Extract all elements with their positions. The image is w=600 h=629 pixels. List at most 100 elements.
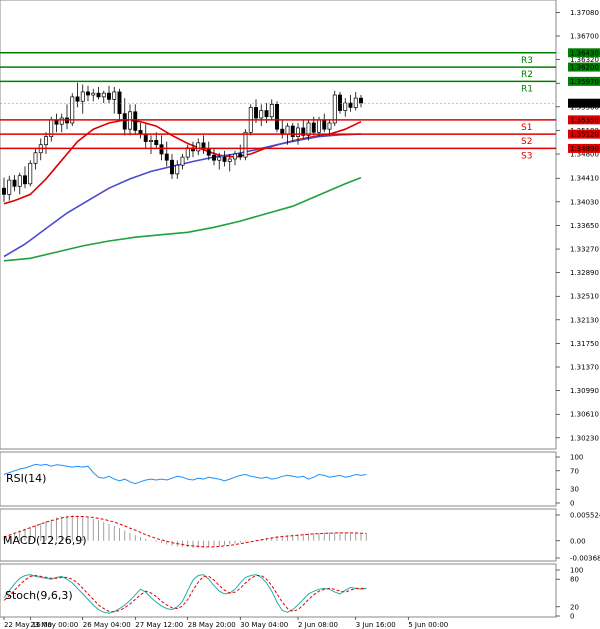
candle-body <box>317 119 321 133</box>
price-tick-label: 1.30230 <box>570 434 599 442</box>
candle-body <box>290 125 295 137</box>
candle-body <box>23 175 27 185</box>
price-tick-label: 1.34030 <box>570 198 599 206</box>
candle-body <box>33 152 38 164</box>
indicator-tick-label: 0 <box>570 500 574 508</box>
candle-body <box>285 125 290 135</box>
time-tick-label: 26 May 04:00 <box>83 621 131 629</box>
indicator-tick-label: -0.003685 <box>570 555 600 563</box>
price-tick-label: 1.30990 <box>570 387 599 395</box>
price-panel: 1.370801.367001.363201.359401.355601.351… <box>0 0 600 450</box>
price-tick-label: 1.37080 <box>570 9 599 17</box>
rsi-panel: RSI(14) 100 70 30 0 <box>0 451 583 508</box>
candle-body <box>180 156 185 166</box>
indicator-tick-label: 80 <box>570 576 579 584</box>
pivot-level-name: S1 <box>521 123 532 133</box>
stoch-title: Stoch(9,6,3) <box>5 589 73 602</box>
candle-body <box>238 153 243 158</box>
indicator-tick-label: 70 <box>570 467 579 475</box>
candle-body <box>222 156 227 162</box>
candle-body <box>164 153 169 161</box>
price-tick-label: 1.32890 <box>570 269 599 277</box>
price-tick-label: 1.31370 <box>570 364 599 372</box>
candle-body <box>269 103 274 118</box>
candle-body <box>327 122 332 130</box>
rsi-panel-frame <box>0 451 557 507</box>
price-tick-label: 1.33270 <box>570 246 599 254</box>
candle-body <box>28 162 33 185</box>
candle-body <box>122 113 127 130</box>
candle-body <box>70 96 75 124</box>
price-tick-label: 1.33650 <box>570 222 599 230</box>
candle-body <box>91 92 96 96</box>
pivot-price-label: 1.35120 <box>570 131 599 139</box>
macd-title: MACD(12,26,9) <box>3 534 87 547</box>
candle-body <box>311 122 316 133</box>
stoch-panel: Stoch(9,6,3) 10080 20 0 <box>0 563 583 621</box>
candle-body <box>7 179 12 195</box>
pivot-price-label: 1.35970 <box>570 78 599 86</box>
candle-body <box>96 92 101 98</box>
candle <box>70 93 75 127</box>
pivot-level-name: S2 <box>521 137 532 147</box>
pivot-level-name: R1 <box>521 84 533 94</box>
candle-body <box>296 127 300 137</box>
time-tick-label: 27 May 12:00 <box>135 621 183 629</box>
candle-body <box>107 92 111 100</box>
candle-body <box>112 91 117 100</box>
candle-body <box>170 159 174 175</box>
indicator-tick-label: 0.005524 <box>570 512 600 520</box>
forex-chart: 1.370801.367001.363201.359401.355601.351… <box>0 0 600 629</box>
candle-body <box>353 97 358 108</box>
candle-body <box>243 131 248 158</box>
candle-body <box>17 175 22 187</box>
candle-body <box>359 97 363 104</box>
indicator-tick-label: 30 <box>570 486 579 494</box>
candle-body <box>159 144 164 155</box>
price-tick-label: 1.30610 <box>570 411 599 419</box>
stoch-panel-frame <box>0 563 557 618</box>
candle-body <box>75 96 80 102</box>
rsi-title: RSI(14) <box>6 472 46 485</box>
pivot-level-name: S3 <box>521 151 532 161</box>
candle-body <box>264 110 269 118</box>
candle-body <box>227 158 232 162</box>
price-tick-label: 1.31750 <box>570 340 599 348</box>
price-tick-label: 1.32510 <box>570 293 599 301</box>
pivot-price-label: 1.36200 <box>570 64 599 72</box>
pivot-price-label: 1.36430 <box>570 49 599 57</box>
macd-panel: MACD(12,26,9) 0.005524 0.00 -0.003685 <box>0 508 600 563</box>
candle-body <box>196 142 201 152</box>
price-tick-label: 1.36700 <box>570 33 599 41</box>
candle-body <box>143 133 148 142</box>
candle <box>28 160 33 187</box>
candle-body <box>233 153 237 160</box>
candle-body <box>206 148 211 156</box>
indicator-tick-label: 20 <box>570 603 579 611</box>
candle-body <box>101 92 106 98</box>
candle-body <box>133 111 138 131</box>
time-tick-label: 30 May 04:00 <box>240 621 288 629</box>
candle-body <box>254 107 258 119</box>
current-price-label: 1.35618 <box>570 100 599 108</box>
candle-body <box>332 94 337 124</box>
candle-body <box>348 102 353 108</box>
indicator-tick-label: 0.00 <box>570 537 586 545</box>
candle-body <box>275 103 279 130</box>
indicator-tick-label: 100 <box>570 454 583 462</box>
candle-body <box>322 119 327 130</box>
price-tick-label: 1.34410 <box>570 175 599 183</box>
price-tick-label: 1.32130 <box>570 316 599 324</box>
candle-body <box>175 164 180 175</box>
candle <box>332 90 337 127</box>
candle-body <box>217 156 222 161</box>
candle-body <box>80 91 85 102</box>
pivot-level-name: R3 <box>521 56 533 66</box>
pivot-price-label: 1.35350 <box>570 116 599 124</box>
candle-body <box>44 136 48 146</box>
time-tick-label: 28 May 20:00 <box>188 621 236 629</box>
time-tick-label: 5 Jun 00:00 <box>408 621 448 629</box>
time-tick-label: 23 May 00:00 <box>30 621 78 629</box>
time-tick-label: 3 Jun 16:00 <box>356 621 396 629</box>
candle <box>275 101 279 133</box>
